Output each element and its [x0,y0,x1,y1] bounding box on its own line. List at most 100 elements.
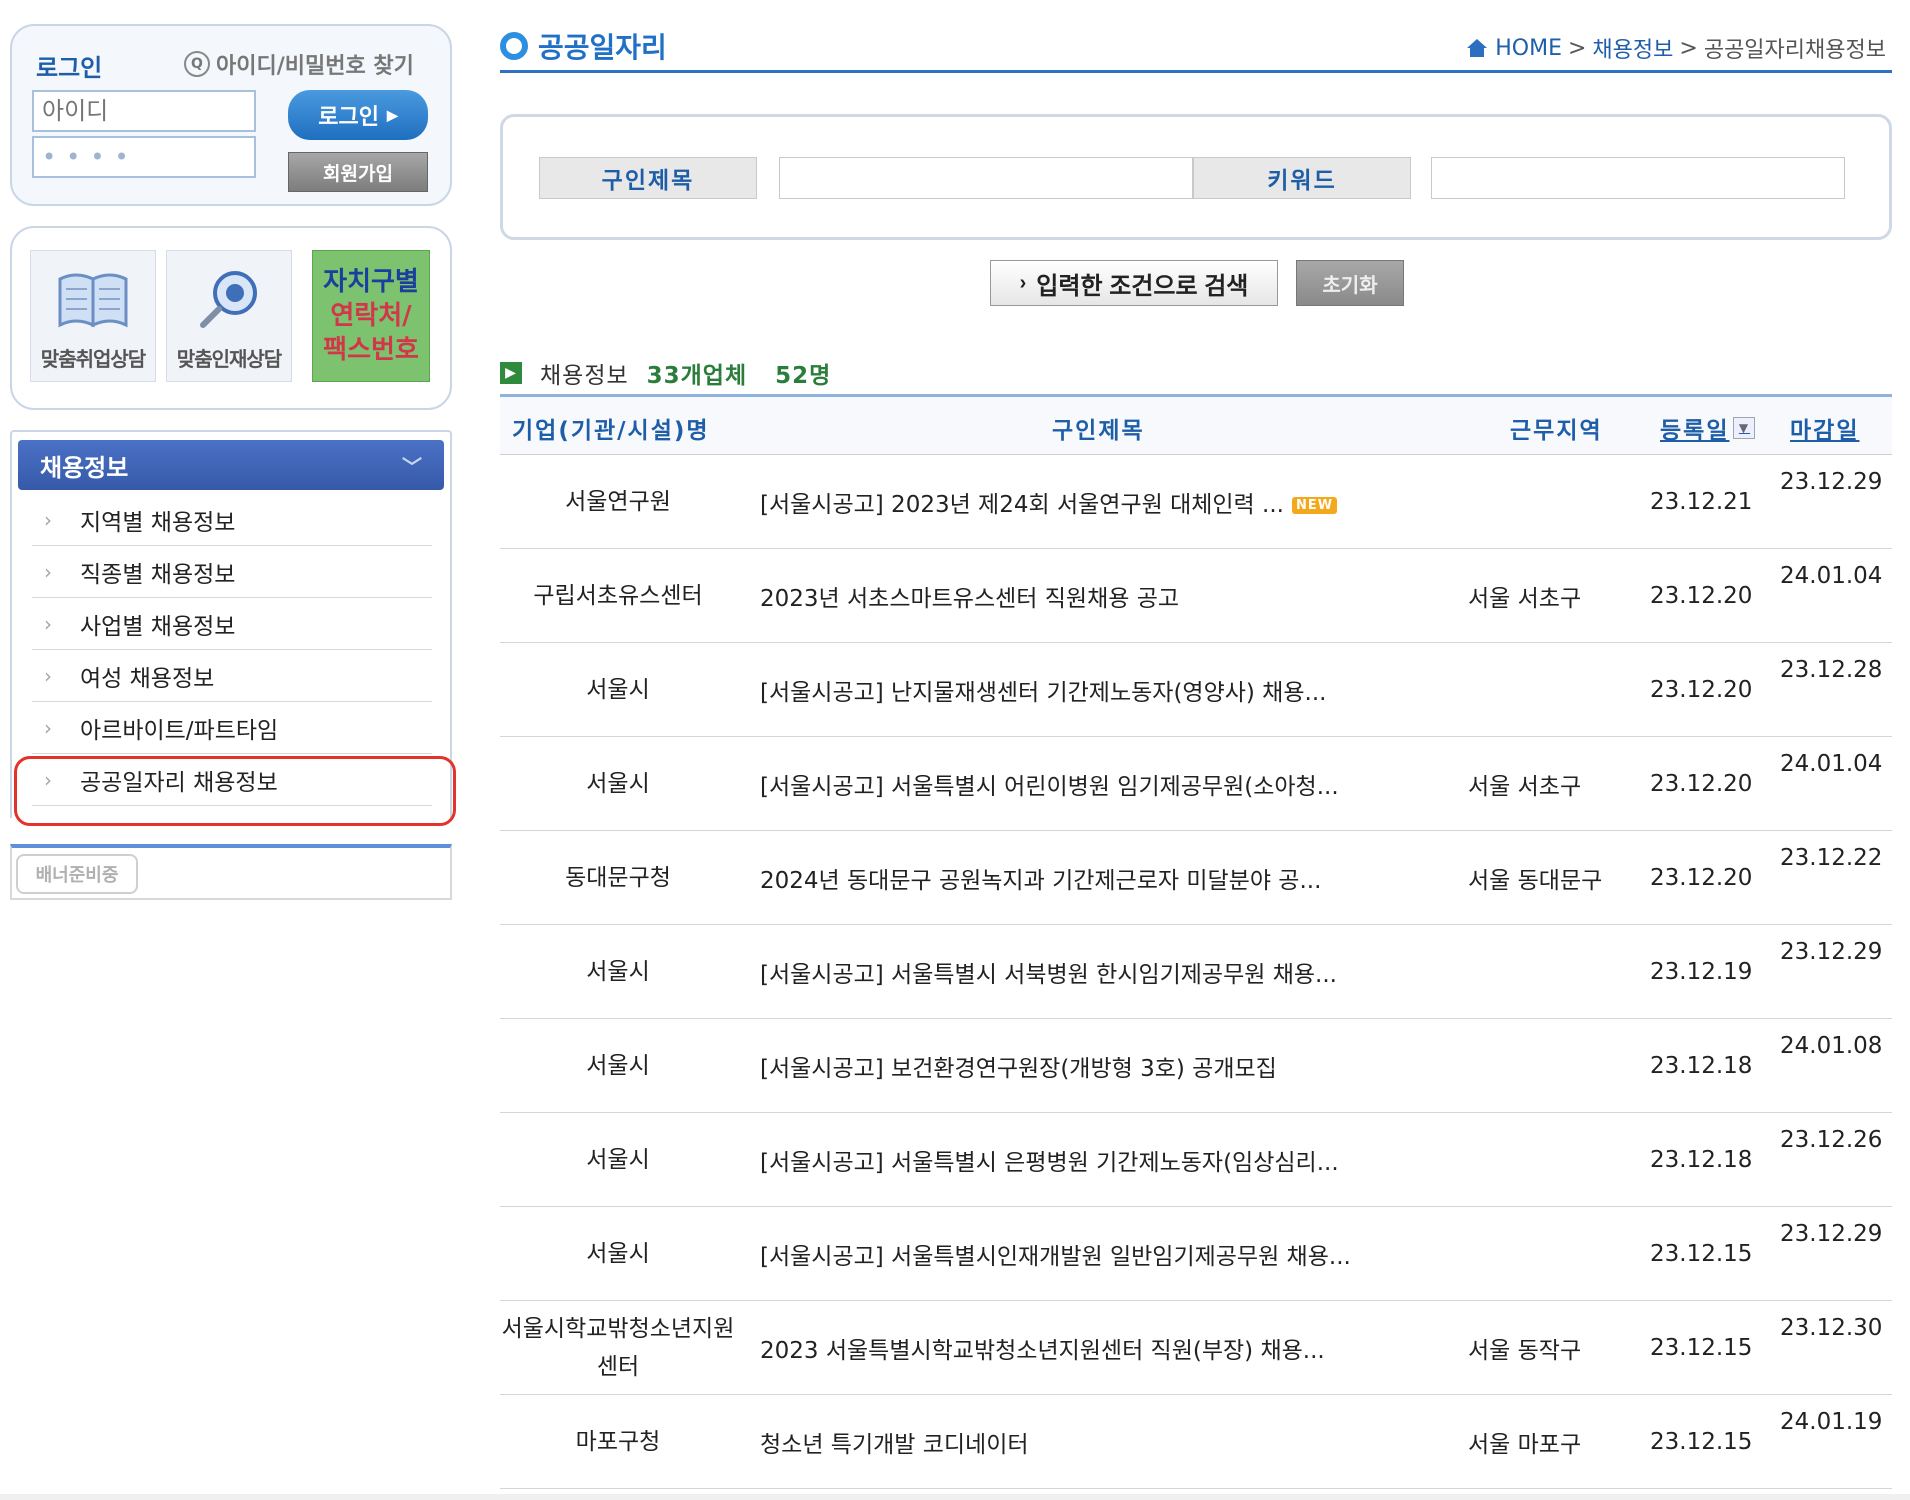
table-row[interactable]: 서울시 [서울시공고] 보건환경연구원장(개방형 3호) 공개모집 23.12.18… [500,1019,1892,1113]
row-title[interactable]: 2023 서울특별시학교밖청소년지원센터 직원(부장) 채용... [760,1331,1325,1365]
table-row[interactable]: 서울시 [서울시공고] 서울특별시 은평병원 기간제노동자(임상심리... 23.1… [500,1113,1892,1207]
table-row[interactable]: 마포구청 청소년 특기개발 코디네이터 서울 마포구 23.12.15 24.01.19 [500,1395,1892,1489]
row-region: 서울 동대문구 [1468,868,1603,894]
breadcrumb-current: 공공일자리채용정보 [1703,38,1886,63]
join-button[interactable]: 회원가입 [288,152,428,192]
row-registered-date: 23.12.15 [1650,1429,1753,1455]
find-account-label: 아이디/비밀번호 찾기 [216,54,414,79]
column-title: 구인제목 [1052,418,1145,444]
sidebar-item-business[interactable]: › 사업별 채용정보 [32,598,432,650]
column-registered-label: 등록일 [1660,418,1730,444]
row-title-text[interactable]: [서울시공고] 서울특별시 은평병원 기간제노동자(임상심리... [760,1150,1339,1176]
row-registered-date: 23.12.15 [1650,1241,1753,1267]
row-title-text[interactable]: 2023년 서초스마트유스센터 직원채용 공고 [760,586,1179,612]
find-account-link[interactable]: Q 아이디/비밀번호 찾기 [184,48,414,80]
play-arrow-icon: ▶ [386,106,398,123]
table-row[interactable]: 서울시 [서울시공고] 난지물재생센터 기간제노동자(영양사) 채용... 23.1… [500,643,1892,737]
row-registered-date: 23.12.21 [1650,489,1753,515]
sidebar-header-label: 채용정보 [40,453,129,482]
job-consult-link[interactable]: 맞춤취업상담 [30,250,156,382]
row-title[interactable]: [서울시공고] 서울특별시 어린이병원 임기제공무원(소아청... [760,767,1339,801]
breadcrumb-separator: > [1679,35,1698,61]
keyword-search-input[interactable] [1431,157,1845,199]
row-org: 서울시 [586,1053,650,1079]
sidebar-item-women[interactable]: › 여성 채용정보 [32,650,432,702]
job-consult-label: 맞춤취업상담 [40,347,146,371]
breadcrumb-home[interactable]: HOME [1495,36,1562,61]
sidebar-item-occupation[interactable]: › 직종별 채용정보 [32,546,432,598]
breadcrumb-jobs[interactable]: 채용정보 [1592,32,1673,64]
row-title-text[interactable]: [서울시공고] 서울특별시인재개발원 일반임기제공무원 채용... [760,1244,1351,1270]
ring-bullet-icon [500,32,528,60]
row-title-text[interactable]: [서울시공고] 서울특별시 어린이병원 임기제공무원(소아청... [760,774,1339,800]
sidebar-header[interactable]: 채용정보 ﹀ [18,440,444,490]
quick-links-panel: 맞춤취업상담 맞춤인재상담 자치구별 연락처/ 팩스번호 [10,226,452,410]
table-row[interactable]: 서울시 [서울시공고] 서울특별시인재개발원 일반임기제공무원 채용... 23.1… [500,1207,1892,1301]
row-org: 서울시 [586,959,650,985]
sort-down-icon[interactable]: ▼ [1733,417,1756,439]
chevron-down-icon: ﹀ [402,454,422,479]
row-org: 서울시학교밖청소년지원센터 [501,1316,735,1380]
breadcrumb-separator: > [1567,35,1587,61]
login-button[interactable]: 로그인 ▶ [288,90,428,140]
district-contact-line-2: 연락처/ [330,301,412,331]
magnifier-icon [200,271,257,328]
row-title-text[interactable]: 2023 서울특별시학교밖청소년지원센터 직원(부장) 채용... [760,1338,1325,1364]
reset-button[interactable]: 초기화 [1296,260,1404,306]
row-title-text[interactable]: 청소년 특기개발 코디네이터 [760,1432,1029,1458]
row-title[interactable]: [서울시공고] 2023년 제24회 서울연구원 대체인력 ... NEW [760,485,1338,519]
row-deadline-date: 24.01.04 [1780,563,1883,589]
row-title-text[interactable]: 2024년 동대문구 공원녹지과 기간제근로자 미달분야 공... [760,868,1321,894]
result-summary: ▶ 채용정보 33개업체 52명 [500,356,831,390]
table-row[interactable]: 서울시학교밖청소년지원센터 2023 서울특별시학교밖청소년지원센터 직원(부장)… [500,1301,1892,1395]
summary-label: 채용정보 [540,363,629,389]
search-button[interactable]: › 입력한 조건으로 검색 [990,260,1278,306]
column-registered[interactable]: 등록일 ▼ [1660,411,1756,445]
district-contact-link[interactable]: 자치구별 연락처/ 팩스번호 [312,250,430,382]
row-region: 서울 동작구 [1468,1338,1582,1364]
login-button-label: 로그인 [318,104,379,129]
row-title[interactable]: [서울시공고] 서울특별시 서북병원 한시임기제공무원 채용... [760,955,1337,989]
row-deadline-date: 24.01.19 [1780,1409,1883,1435]
column-region: 근무지역 [1510,418,1603,444]
title-search-input[interactable] [779,157,1193,199]
table-row[interactable]: 구립서초유스센터 2023년 서초스마트유스센터 직원채용 공고 서울 서초구 23.… [500,549,1892,643]
row-title-text[interactable]: [서울시공고] 보건환경연구원장(개방형 3호) 공개모집 [760,1056,1277,1082]
row-org: 구립서초유스센터 [533,583,703,609]
id-input[interactable] [32,90,256,132]
keyword-search-label: 키워드 [1193,157,1411,199]
sidebar-item-parttime[interactable]: › 아르바이트/파트타임 [32,702,432,754]
row-title[interactable]: [서울시공고] 보건환경연구원장(개방형 3호) 공개모집 [760,1049,1277,1083]
row-title-text[interactable]: [서울시공고] 2023년 제24회 서울연구원 대체인력 ... [760,492,1284,518]
password-input[interactable]: •••• [32,136,256,178]
table-row[interactable]: 동대문구청 2024년 동대문구 공원녹지과 기간제근로자 미달분야 공... 서울… [500,831,1892,925]
table-row[interactable]: 서울시 [서울시공고] 서울특별시 서북병원 한시임기제공무원 채용... 23.1… [500,925,1892,1019]
row-deadline-date: 24.01.04 [1780,751,1883,777]
page-title-text: 공공일자리 [538,31,667,64]
row-deadline-date: 23.12.29 [1780,1221,1883,1247]
sidebar-item-label: 아르바이트/파트타임 [80,717,279,744]
row-registered-date: 23.12.19 [1650,959,1753,985]
column-deadline[interactable]: 마감일 [1790,411,1859,445]
row-registered-date: 23.12.20 [1650,771,1753,797]
chevron-right-icon: › [1019,271,1027,294]
row-org: 서울시 [586,1241,650,1267]
row-title-text[interactable]: [서울시공고] 난지물재생센터 기간제노동자(영양사) 채용... [760,680,1326,706]
sidebar-item-label: 직종별 채용정보 [80,561,236,588]
search-button-label: 입력한 조건으로 검색 [1036,272,1249,300]
play-square-icon: ▶ [500,362,522,384]
banner-tab[interactable]: 배너준비중 [16,854,138,894]
page-bottom-edge [0,1494,1910,1500]
table-row[interactable]: 서울시 [서울시공고] 서울특별시 어린이병원 임기제공무원(소아청... 서울 서… [500,737,1892,831]
row-title[interactable]: 2024년 동대문구 공원녹지과 기간제근로자 미달분야 공... [760,861,1321,895]
row-title[interactable]: 청소년 특기개발 코디네이터 [760,1425,1029,1459]
breadcrumb: HOME > 채용정보 > 공공일자리채용정보 [1465,32,1886,64]
talent-consult-link[interactable]: 맞춤인재상담 [166,250,292,382]
table-row[interactable]: 서울연구원 [서울시공고] 2023년 제24회 서울연구원 대체인력 ... NE… [500,455,1892,549]
row-title[interactable]: [서울시공고] 서울특별시 은평병원 기간제노동자(임상심리... [760,1143,1339,1177]
row-title-text[interactable]: [서울시공고] 서울특별시 서북병원 한시임기제공무원 채용... [760,962,1337,988]
sidebar-item-region[interactable]: › 지역별 채용정보 [32,494,432,546]
row-title[interactable]: 2023년 서초스마트유스센터 직원채용 공고 [760,579,1179,613]
row-title[interactable]: [서울시공고] 서울특별시인재개발원 일반임기제공무원 채용... [760,1237,1351,1271]
row-title[interactable]: [서울시공고] 난지물재생센터 기간제노동자(영양사) 채용... [760,673,1326,707]
